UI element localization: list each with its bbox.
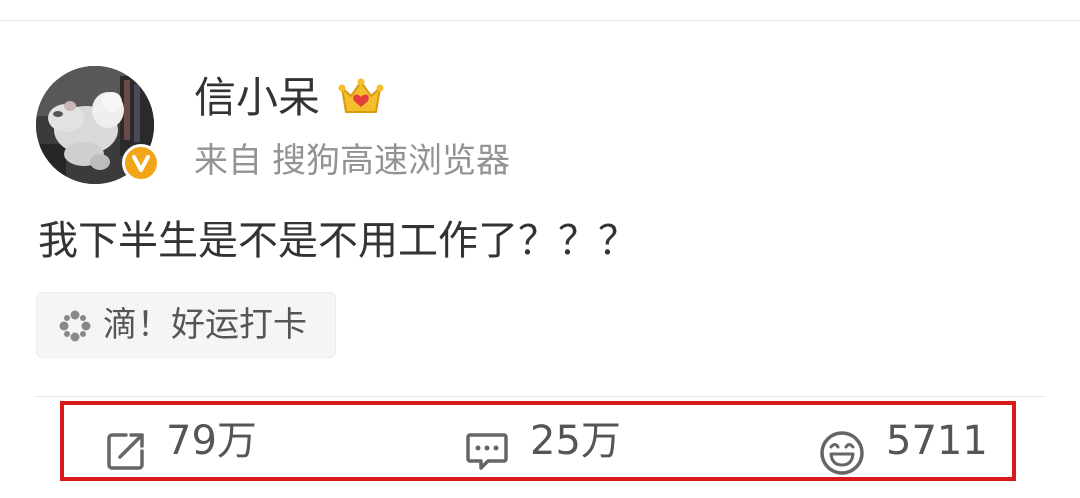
like-count: 5711: [886, 418, 988, 464]
post-source: 来自 搜狗高速浏览器: [194, 138, 510, 184]
checkin-tag[interactable]: 滴！好运打卡: [36, 292, 336, 358]
top-divider: [0, 20, 1080, 21]
crown-icon[interactable]: [338, 74, 384, 120]
verified-v-badge-icon: [122, 144, 160, 182]
post-text: 我下半生是不是不用工作了？？？: [38, 218, 638, 264]
repost-count: 79万: [166, 418, 257, 464]
comment-button[interactable]: 25万: [464, 405, 624, 477]
comment-icon: [466, 433, 508, 470]
repost-icon: [107, 433, 144, 470]
source-app-link[interactable]: 搜狗高速浏览器: [272, 141, 510, 181]
author-name[interactable]: 信小呆: [194, 72, 320, 124]
repost-button[interactable]: 79万: [104, 405, 264, 477]
comment-count: 25万: [530, 418, 621, 464]
action-divider: [36, 396, 1044, 397]
action-bar-highlight: 79万 25万 5711: [60, 401, 1016, 481]
like-button[interactable]: 5711: [818, 405, 998, 477]
source-prefix: 来自: [194, 141, 262, 181]
checkin-label: 滴！好运打卡: [103, 305, 307, 345]
author-avatar[interactable]: [36, 66, 160, 184]
sparkle-icon: [59, 310, 91, 342]
smile-like-icon: [820, 431, 864, 475]
